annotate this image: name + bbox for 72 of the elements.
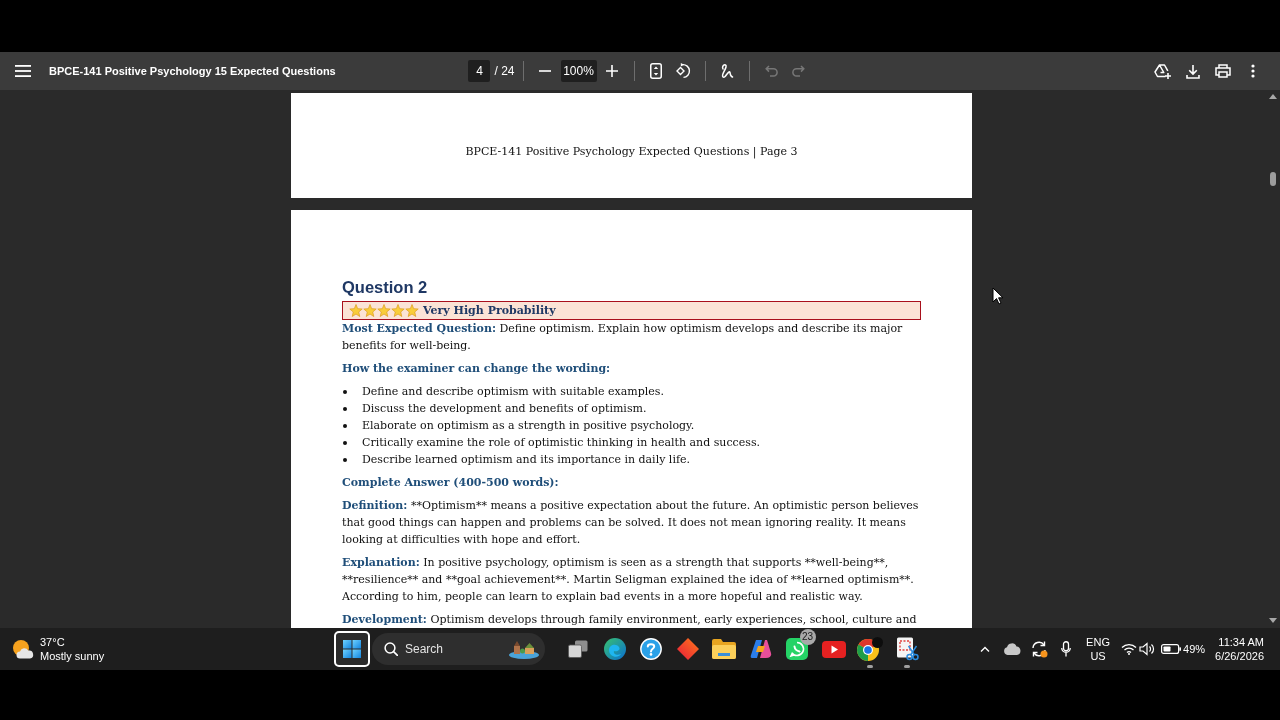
- battery-icon[interactable]: [1161, 644, 1182, 654]
- bullet-icon: [343, 406, 347, 411]
- triangle-plus-icon[interactable]: [1154, 63, 1172, 79]
- microphone-icon[interactable]: [1061, 641, 1072, 657]
- search-field[interactable]: Search: [372, 633, 545, 665]
- search-icon: [384, 642, 398, 656]
- body-paragraph: Definition: **Optimism** means a positive expectation about the future. An optimistic person believes that good things can happen and problems can be solved. It does not mean ignoring reality. It means looking at difficulties with hope and effort.: [342, 498, 920, 548]
- zoom-field[interactable]: 100%: [560, 60, 597, 82]
- body-paragraph: Explanation: In positive psychology, optimism is seen as a strength that supports **well-being**, **resilience** and **goal achievement**. Martin Seligman explained the idea of **learned optimism**. According to him, people can learn to explain bad events in a more hopeful and realistic way.: [342, 555, 915, 605]
- download-icon[interactable]: [1186, 63, 1200, 79]
- mouse-pointer-icon: [992, 287, 1004, 305]
- page-number-field[interactable]: 4: [468, 60, 491, 82]
- notification-badge: 23: [799, 629, 816, 645]
- list-item: Define and describe optimism with suitable examples.: [362, 384, 664, 400]
- question-heading: Question 2: [342, 277, 429, 297]
- plus-icon[interactable]: [606, 65, 618, 77]
- bullet-icon: [343, 457, 347, 462]
- tricolor-circle-icon[interactable]: [857, 637, 884, 661]
- caret-up-icon[interactable]: [1269, 94, 1277, 99]
- folder-icon[interactable]: [712, 639, 737, 659]
- caret-down-icon[interactable]: [1269, 618, 1277, 623]
- star-icon: [405, 303, 419, 318]
- list-item: Elaborate on optimism as a strength in positive psychology.: [362, 418, 695, 434]
- document-title: BPCE-141 Positive Psychology 15 Expected Questions: [49, 65, 336, 77]
- rotate-icon[interactable]: [675, 63, 691, 79]
- list-item: Discuss the development and benefits of optimism.: [362, 401, 647, 417]
- scissors-icon[interactable]: [894, 637, 919, 661]
- video-play-icon[interactable]: [821, 640, 846, 658]
- scrollbar-thumb[interactable]: [1270, 172, 1276, 186]
- overlapping-squares-icon[interactable]: [568, 640, 589, 658]
- chat-bubble-icon[interactable]: [786, 638, 809, 660]
- menu-icon[interactable]: [15, 65, 31, 77]
- houses-by-water-icon: [509, 639, 539, 659]
- star-icon: [391, 303, 405, 318]
- speaker-icon[interactable]: [1139, 642, 1156, 656]
- star-icon: [349, 303, 363, 318]
- start-button[interactable]: [334, 631, 370, 667]
- question-mark-icon[interactable]: [640, 638, 663, 660]
- body-paragraph: Development: Optimism develops through family environment, early experiences, school, culture and: [342, 612, 918, 628]
- list-item: Describe learned optimism and its importance in daily life.: [362, 452, 690, 468]
- sun-cloud-icon[interactable]: [12, 639, 34, 659]
- star-icon: [377, 303, 391, 318]
- wifi-icon[interactable]: [1121, 643, 1138, 655]
- diamond-icon[interactable]: [676, 638, 699, 660]
- squiggle-icon[interactable]: [720, 63, 734, 79]
- cloud-icon[interactable]: [1003, 643, 1022, 655]
- clock-time: 11:34 AM: [1218, 635, 1264, 649]
- fit-page-icon[interactable]: [650, 63, 662, 79]
- weather-condition: Mostly sunny: [40, 649, 105, 663]
- more-icon[interactable]: [1251, 64, 1255, 78]
- body-paragraph: Most Expected Question: Define optimism. Explain how optimism develops and describe its major benefits for well-being.: [342, 321, 904, 354]
- sync-icon[interactable]: [1030, 640, 1049, 658]
- probability-label: Very High Probability: [423, 303, 556, 318]
- temperature: 37°C: [40, 635, 66, 649]
- chevron-up-icon[interactable]: [980, 646, 991, 652]
- swirl-icon[interactable]: [603, 638, 626, 660]
- print-icon[interactable]: [1215, 64, 1231, 78]
- section-heading: How the examiner can change the wording:: [342, 361, 612, 377]
- input-region: US: [1090, 649, 1106, 663]
- bullet-icon: [343, 389, 347, 394]
- page-count: / 24: [494, 64, 515, 78]
- bullet-icon: [343, 423, 347, 428]
- page-footer: BPCE-141 Positive Psychology Expected Questions | Page 3: [465, 143, 798, 160]
- four-squares-icon: [343, 640, 361, 658]
- bullet-icon: [343, 440, 347, 445]
- clock-date: 6/26/2026: [1215, 649, 1264, 663]
- star-icon: [363, 303, 377, 318]
- section-heading: Complete Answer (400-500 words):: [342, 475, 560, 491]
- list-item: Critically examine the role of optimistic thinking in health and success.: [362, 435, 761, 451]
- colorful-shapes-icon[interactable]: [749, 638, 772, 660]
- input-language: ENG: [1086, 635, 1110, 649]
- battery-percentage: 49%: [1183, 643, 1206, 655]
